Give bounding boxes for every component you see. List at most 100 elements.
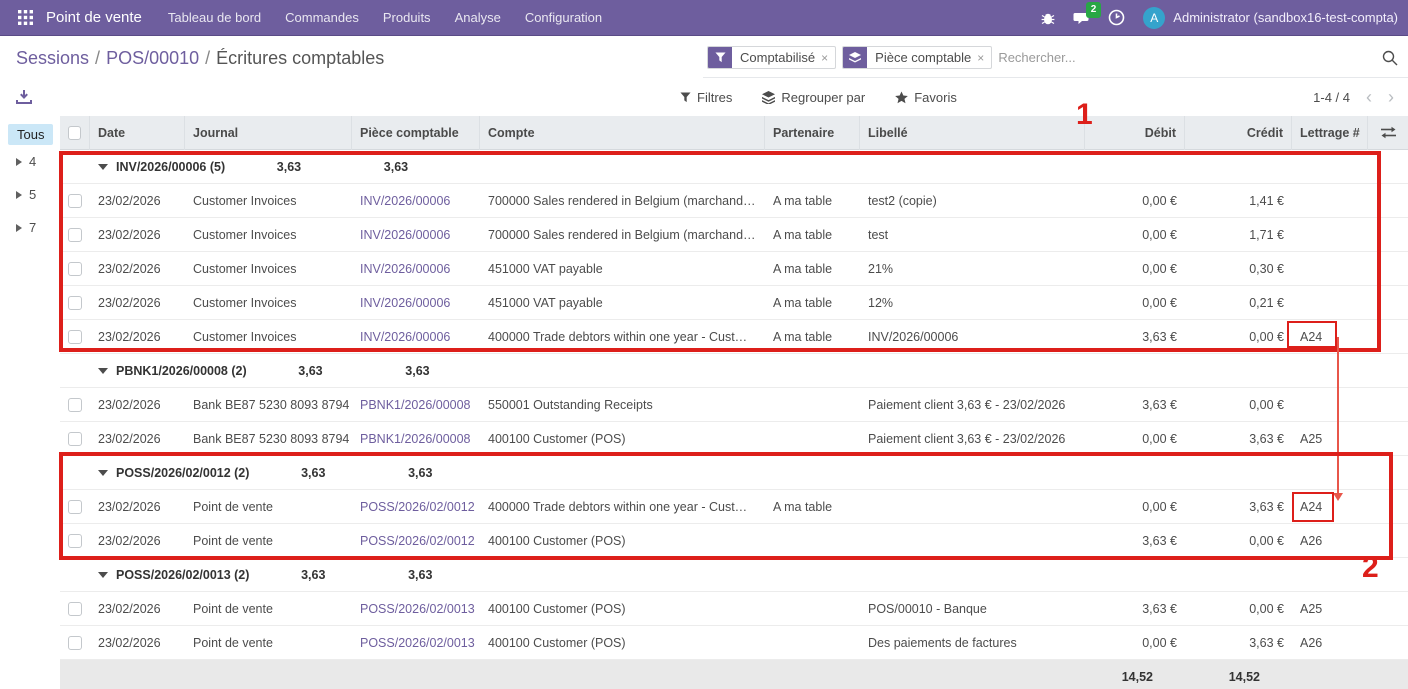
bug-icon[interactable]: [1033, 3, 1063, 33]
cell-piece-link[interactable]: POSS/2026/02/0012: [360, 500, 475, 514]
group-header-row[interactable]: INV/2026/00006 (5) 3,63 3,63: [60, 150, 1408, 184]
pager-next-icon[interactable]: ›: [1388, 88, 1394, 106]
menu-configuration[interactable]: Configuration: [515, 4, 612, 31]
cell-journal: Customer Invoices: [185, 262, 352, 276]
cell-debit: 3,63 €: [1085, 330, 1185, 344]
cell-piece-link[interactable]: INV/2026/00006: [360, 228, 450, 242]
row-checkbox[interactable]: [68, 228, 82, 242]
side-filter-group-5[interactable]: 5: [0, 178, 60, 211]
col-header-compte[interactable]: Compte: [480, 116, 765, 150]
cell-debit: 0,00 €: [1085, 636, 1185, 650]
cell-libelle: 12%: [860, 296, 1085, 310]
cell-date: 23/02/2026: [90, 228, 185, 242]
row-checkbox[interactable]: [68, 602, 82, 616]
breadcrumb-separator: /: [89, 48, 106, 68]
cell-piece-link[interactable]: PBNK1/2026/00008: [360, 432, 471, 446]
col-header-piece[interactable]: Pièce comptable: [352, 116, 480, 150]
caret-right-icon: [16, 224, 22, 232]
app-name[interactable]: Point de vente: [46, 9, 142, 26]
cell-piece-link[interactable]: INV/2026/00006: [360, 330, 450, 344]
cell-piece-link[interactable]: POSS/2026/02/0013: [360, 602, 475, 616]
journal-item-row[interactable]: 23/02/2026 Customer Invoices INV/2026/00…: [60, 286, 1408, 320]
journal-item-row[interactable]: 23/02/2026 Bank BE87 5230 8093 8794 PBNK…: [60, 388, 1408, 422]
col-header-partenaire[interactable]: Partenaire: [765, 116, 860, 150]
group-by-button[interactable]: Regrouper par: [762, 90, 865, 105]
search-icon[interactable]: [1382, 50, 1398, 66]
row-checkbox[interactable]: [68, 432, 82, 446]
journal-item-row[interactable]: 23/02/2026 Customer Invoices INV/2026/00…: [60, 218, 1408, 252]
search-input[interactable]: [998, 50, 1376, 65]
cell-piece-link[interactable]: POSS/2026/02/0012: [360, 534, 475, 548]
cell-piece-link[interactable]: INV/2026/00006: [360, 296, 450, 310]
cell-credit: 3,63 €: [1185, 500, 1292, 514]
favorites-button[interactable]: Favoris: [895, 90, 957, 105]
cell-partenaire: A ma table: [765, 500, 860, 514]
filter-icon: [680, 92, 691, 103]
menu-commandes[interactable]: Commandes: [275, 4, 369, 31]
cell-piece-link[interactable]: POSS/2026/02/0013: [360, 636, 475, 650]
side-filter-group-4[interactable]: 4: [0, 145, 60, 178]
select-all-checkbox[interactable]: [68, 126, 81, 140]
row-checkbox[interactable]: [68, 398, 82, 412]
cell-libelle: test2 (copie): [860, 194, 1085, 208]
cell-journal: Customer Invoices: [185, 194, 352, 208]
cell-piece-link[interactable]: INV/2026/00006: [360, 262, 450, 276]
breadcrumb-pos-00010[interactable]: POS/00010: [106, 48, 199, 68]
activities-clock-icon[interactable]: [1101, 3, 1131, 33]
group-debit-total: 3,63: [257, 568, 357, 582]
journal-item-row[interactable]: 23/02/2026 Bank BE87 5230 8093 8794 PBNK…: [60, 422, 1408, 456]
menu-analyse[interactable]: Analyse: [445, 4, 511, 31]
clock-glyph: [1108, 9, 1125, 26]
col-header-date[interactable]: Date: [90, 116, 185, 150]
side-filter-group-7[interactable]: 7: [0, 211, 60, 244]
side-filter-all[interactable]: Tous: [8, 124, 53, 145]
cell-compte: 400000 Trade debtors within one year - C…: [480, 500, 765, 514]
breadcrumb-sessions[interactable]: Sessions: [16, 48, 89, 68]
col-header-debit[interactable]: Débit: [1085, 116, 1185, 150]
col-header-lettrage[interactable]: Lettrage #: [1292, 116, 1368, 150]
facet-remove-icon[interactable]: ×: [977, 47, 991, 68]
pager-previous-icon[interactable]: ‹: [1366, 88, 1372, 106]
row-checkbox[interactable]: [68, 194, 82, 208]
col-header-credit[interactable]: Crédit: [1185, 116, 1292, 150]
row-checkbox[interactable]: [68, 296, 82, 310]
journal-item-row[interactable]: 23/02/2026 Customer Invoices INV/2026/00…: [60, 252, 1408, 286]
journal-item-row[interactable]: 23/02/2026 Point de vente POSS/2026/02/0…: [60, 626, 1408, 660]
breadcrumb-current: Écritures comptables: [216, 48, 384, 68]
journal-item-row[interactable]: 23/02/2026 Customer Invoices INV/2026/00…: [60, 184, 1408, 218]
row-checkbox[interactable]: [68, 534, 82, 548]
caret-right-icon: [16, 158, 22, 166]
messages-icon[interactable]: 2: [1067, 3, 1097, 33]
optional-columns-icon[interactable]: [1381, 126, 1396, 139]
cell-compte: 700000 Sales rendered in Belgium (marcha…: [480, 228, 765, 242]
user-menu[interactable]: A Administrator (sandbox16-test-compta): [1135, 7, 1398, 29]
filters-button[interactable]: Filtres: [680, 90, 732, 105]
row-checkbox[interactable]: [68, 262, 82, 276]
cell-debit: 3,63 €: [1085, 602, 1185, 616]
journal-item-row[interactable]: 23/02/2026 Point de vente POSS/2026/02/0…: [60, 524, 1408, 558]
journal-item-row[interactable]: 23/02/2026 Point de vente POSS/2026/02/0…: [60, 490, 1408, 524]
cell-journal: Bank BE87 5230 8093 8794: [185, 432, 352, 446]
group-header-row[interactable]: POSS/2026/02/0013 (2) 3,63 3,63: [60, 558, 1408, 592]
row-checkbox[interactable]: [68, 500, 82, 514]
cell-libelle: 21%: [860, 262, 1085, 276]
row-checkbox[interactable]: [68, 330, 82, 344]
row-checkbox[interactable]: [68, 636, 82, 650]
cell-libelle: Des paiements de factures: [860, 636, 1085, 650]
journal-item-row[interactable]: 23/02/2026 Customer Invoices INV/2026/00…: [60, 320, 1408, 354]
cell-piece-link[interactable]: PBNK1/2026/00008: [360, 398, 471, 412]
cell-credit: 1,41 €: [1185, 194, 1292, 208]
col-header-journal[interactable]: Journal: [185, 116, 352, 150]
menu-tableau-de-bord[interactable]: Tableau de bord: [158, 4, 271, 31]
menu-produits[interactable]: Produits: [373, 4, 441, 31]
group-header-row[interactable]: PBNK1/2026/00008 (2) 3,63 3,63: [60, 354, 1408, 388]
cell-piece-link[interactable]: INV/2026/00006: [360, 194, 450, 208]
journal-item-row[interactable]: 23/02/2026 Point de vente POSS/2026/02/0…: [60, 592, 1408, 626]
download-icon[interactable]: [16, 90, 32, 105]
group-header-row[interactable]: POSS/2026/02/0012 (2) 3,63 3,63: [60, 456, 1408, 490]
side-filter-panel: Tous 4 5 7: [0, 116, 60, 689]
apps-grid-icon[interactable]: [10, 3, 40, 33]
cell-compte: 700000 Sales rendered in Belgium (marcha…: [480, 194, 765, 208]
facet-remove-icon[interactable]: ×: [821, 47, 835, 68]
col-header-libelle[interactable]: Libellé: [860, 116, 1085, 150]
